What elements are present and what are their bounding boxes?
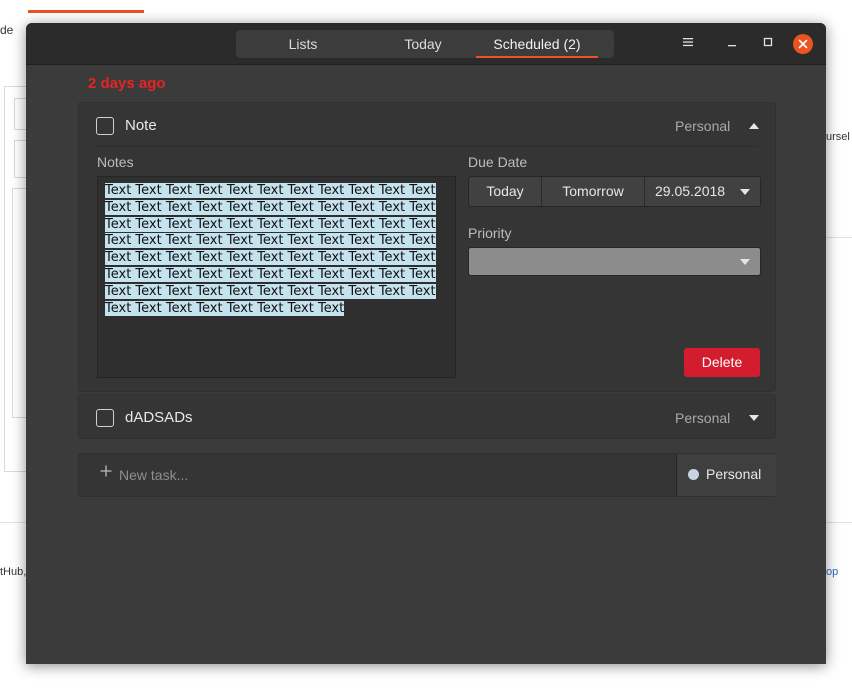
tab-lists[interactable]: Lists	[236, 30, 370, 58]
new-task-bar: Personal	[78, 453, 776, 497]
list-color-dot-icon	[688, 469, 699, 480]
tab-scheduled[interactable]: Scheduled (2)	[476, 30, 598, 58]
task-list-label: Personal	[675, 410, 731, 426]
plus-icon	[99, 464, 113, 483]
notes-label: Notes	[97, 154, 134, 170]
close-icon[interactable]	[793, 34, 813, 54]
task-card[interactable]: dADSADs Personal	[78, 394, 776, 439]
date-group-heading: 2 days ago	[88, 75, 166, 92]
background-text: de	[0, 23, 14, 37]
app-window: Lists Today Scheduled (2) 2 days ago Not…	[26, 23, 826, 664]
background-text: ursel	[826, 131, 850, 143]
minimize-icon[interactable]	[722, 33, 742, 53]
priority-dropdown[interactable]	[468, 247, 761, 276]
chevron-down-icon	[740, 189, 750, 195]
task-list-label: Personal	[675, 118, 731, 134]
task-checkbox[interactable]	[96, 117, 114, 135]
list-picker-button[interactable]: Personal	[676, 454, 776, 496]
due-date-label: Due Date	[468, 154, 528, 170]
expand-chevron-icon[interactable]	[749, 415, 759, 421]
due-date-picker[interactable]: 29.05.2018	[645, 177, 760, 206]
notes-textarea[interactable]: Text Text Text Text Text Text Text Text …	[97, 176, 456, 378]
due-tomorrow-button[interactable]: Tomorrow	[542, 177, 645, 206]
hamburger-menu-icon[interactable]	[678, 33, 698, 53]
view-switcher: Lists Today Scheduled (2)	[236, 30, 614, 58]
due-date-control: Today Tomorrow 29.05.2018	[468, 176, 761, 207]
due-date-value: 29.05.2018	[655, 183, 726, 199]
task-title[interactable]: Note	[125, 117, 157, 134]
collapse-chevron-icon[interactable]	[749, 123, 759, 129]
chevron-down-icon	[740, 259, 750, 265]
background-tab-indicator	[28, 10, 144, 13]
task-card: Note Personal Notes Text Text Text Text …	[78, 102, 776, 392]
new-task-input[interactable]	[119, 465, 659, 485]
card-divider	[96, 146, 759, 147]
background-link[interactable]: op	[826, 566, 838, 578]
background-text: tHub,	[0, 566, 27, 578]
tab-today[interactable]: Today	[370, 30, 476, 58]
title-bar: Lists Today Scheduled (2)	[26, 23, 826, 65]
task-title[interactable]: dADSADs	[125, 409, 193, 426]
maximize-icon[interactable]	[758, 33, 778, 53]
background-divider	[826, 237, 852, 238]
due-today-button[interactable]: Today	[469, 177, 542, 206]
task-checkbox[interactable]	[96, 409, 114, 427]
priority-label: Priority	[468, 225, 512, 241]
list-picker-label: Personal	[706, 466, 762, 482]
delete-button[interactable]: Delete	[684, 348, 760, 377]
notes-content: Text Text Text Text Text Text Text Text …	[105, 183, 436, 316]
